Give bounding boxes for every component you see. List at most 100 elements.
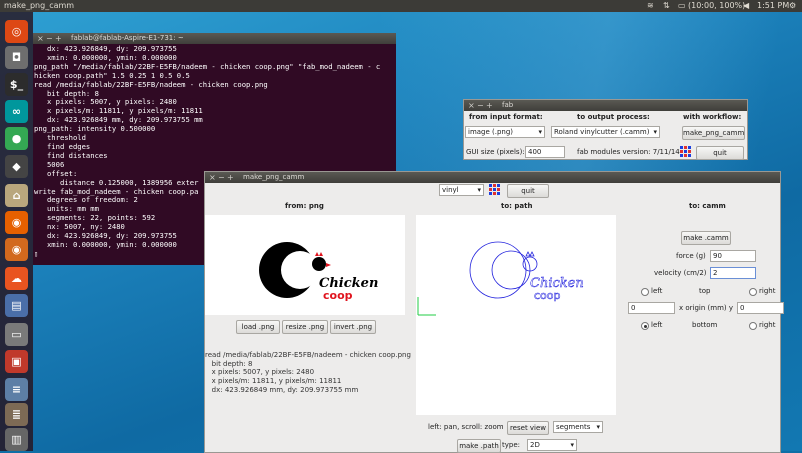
origin-bottom-left-radio[interactable]: [641, 322, 649, 330]
volume-icon[interactable]: ◀: [743, 0, 749, 12]
gui-size-input[interactable]: 400: [525, 146, 565, 158]
clock[interactable]: 1:51 PM: [757, 0, 789, 12]
logo-word-coop: coop: [323, 289, 353, 302]
grid-cell: [688, 146, 691, 149]
chrome-icon[interactable]: ●: [5, 127, 28, 150]
close-icon[interactable]: ×: [468, 100, 475, 111]
grid-cell: [684, 150, 687, 153]
path-preview[interactable]: Chicken coop: [416, 215, 616, 415]
terminal-titlebar[interactable]: × − + fablab@fablab-Aspire-E1-731: ~: [33, 33, 396, 44]
scanner-icon[interactable]: ▭: [5, 323, 28, 346]
output-process-value: Roland vinylcutter (.camm): [554, 128, 650, 136]
arduino-icon[interactable]: ∞: [5, 100, 28, 123]
png-preview[interactable]: Chicken coop: [205, 215, 405, 315]
make-png-camm-button[interactable]: make_png_camm: [682, 126, 745, 140]
type-value: 2D: [530, 441, 540, 449]
trash-icon[interactable]: ▥: [5, 428, 28, 451]
home-folder-icon[interactable]: ⌂: [5, 184, 28, 207]
close-icon[interactable]: ×: [37, 33, 44, 44]
sync-icon[interactable]: ⇅: [663, 0, 670, 12]
firefox-icon[interactable]: ◉: [5, 211, 28, 234]
battery-status[interactable]: (10:00, 100%): [688, 0, 745, 12]
load-png-button[interactable]: load .png: [236, 320, 280, 334]
firefox-alt-icon[interactable]: ◉: [5, 238, 28, 261]
ubuntu-one-icon[interactable]: ☁: [5, 267, 28, 290]
color-grid-icon[interactable]: [680, 146, 692, 158]
path-preview-drawing: Chicken coop: [417, 241, 584, 316]
make-quit-button[interactable]: quit: [507, 184, 549, 198]
origin-top-right-radio[interactable]: [749, 288, 757, 296]
type-label: type:: [502, 441, 520, 449]
png-info-line: x pixels/m: 11811, y pixels/m: 11811: [205, 377, 342, 386]
launcher: ◎ ◘ $_ ∞ ● ◆ ⌂ ◉ ◉ ☁ ▤ ▭ ▣ ≡ ≣ ▥: [0, 12, 33, 451]
terminal-glyph: $_: [9, 78, 24, 91]
color-grid-icon[interactable]: [489, 184, 501, 196]
fab-title: fab: [502, 101, 514, 109]
grid-cell: [680, 146, 683, 149]
from-png-header: from: png: [285, 202, 324, 210]
input-format-select[interactable]: image (.png) ▾: [465, 126, 545, 138]
maximize-icon[interactable]: +: [55, 33, 62, 44]
gear-icon[interactable]: ⚙: [789, 0, 796, 12]
workflow-label: with workflow:: [683, 113, 742, 121]
top-label: top: [699, 287, 711, 295]
grid-cell: [497, 192, 500, 195]
ubuntu-one-glyph: ☁: [11, 272, 22, 285]
material-select[interactable]: vinyl ▾: [439, 184, 484, 196]
x-origin-input[interactable]: 0: [628, 302, 675, 314]
origin-bottom-right-radio[interactable]: [749, 322, 757, 330]
path-inner-ring: [491, 250, 531, 290]
grid-cell: [489, 184, 492, 187]
png-info-line: dx: 423.926849 mm, dy: 209.973755 mm: [205, 385, 359, 394]
y-origin-input[interactable]: 0: [737, 302, 784, 314]
grid-cell: [680, 154, 683, 157]
material-value: vinyl: [442, 186, 459, 194]
view-mode-value: segments: [556, 423, 591, 431]
bottom-left-label: left: [651, 321, 663, 329]
reset-view-button[interactable]: reset view: [507, 421, 549, 435]
chevron-down-icon: ▾: [477, 186, 481, 194]
top-left-label: left: [651, 287, 663, 295]
camera-icon[interactable]: ◘: [5, 46, 28, 69]
velocity-input[interactable]: 2: [710, 267, 756, 279]
stack-app-glyph: ≣: [11, 408, 22, 421]
png-info-line: bit depth: 8: [205, 359, 253, 368]
path-comb: [525, 251, 535, 257]
type-select[interactable]: 2D ▾: [527, 439, 577, 451]
output-process-select[interactable]: Roland vinylcutter (.camm) ▾: [551, 126, 660, 138]
ubuntu-dash-icon[interactable]: ◎: [5, 20, 28, 43]
inkscape-icon[interactable]: ◆: [5, 155, 28, 178]
fab-quit-button[interactable]: quit: [696, 146, 744, 160]
battery-icon[interactable]: ▭: [678, 0, 686, 12]
grid-cell: [489, 192, 492, 195]
logo-comb: [315, 252, 323, 256]
maximize-icon[interactable]: +: [227, 172, 234, 183]
software-center-icon[interactable]: ▣: [5, 350, 28, 373]
chrome-glyph: ●: [11, 132, 22, 145]
wifi-icon[interactable]: ≋: [647, 0, 654, 12]
stack-app-icon[interactable]: ≣: [5, 403, 28, 426]
fab-window[interactable]: × − + fab from input format: to output p…: [463, 99, 748, 160]
resize-png-button[interactable]: resize .png: [282, 320, 328, 334]
file-cabinet-icon[interactable]: ≡: [5, 378, 28, 401]
grid-cell: [489, 188, 492, 191]
make-png-camm-window[interactable]: × − + make_png_camm vinyl ▾ quit from: p…: [204, 171, 784, 453]
minimize-icon[interactable]: −: [46, 33, 53, 44]
make-titlebar[interactable]: × − + make_png_camm: [205, 172, 780, 183]
minimize-icon[interactable]: −: [477, 100, 484, 111]
scanner-glyph: ▭: [11, 328, 22, 341]
fab-titlebar[interactable]: × − + fab: [464, 100, 747, 111]
close-icon[interactable]: ×: [209, 172, 216, 183]
terminal-line: png_path: intensity 0.500000: [34, 124, 156, 134]
active-window-title: make_png_camm: [4, 1, 75, 10]
view-mode-select[interactable]: segments ▾: [553, 421, 603, 433]
force-input[interactable]: 90: [710, 250, 756, 262]
writer-icon[interactable]: ▤: [5, 294, 28, 317]
minimize-icon[interactable]: −: [218, 172, 225, 183]
maximize-icon[interactable]: +: [486, 100, 493, 111]
origin-top-left-radio[interactable]: [641, 288, 649, 296]
grid-cell: [493, 184, 496, 187]
make-camm-button[interactable]: make .camm: [681, 231, 731, 245]
terminal-icon[interactable]: $_: [5, 73, 28, 96]
invert-png-button[interactable]: invert .png: [330, 320, 376, 334]
